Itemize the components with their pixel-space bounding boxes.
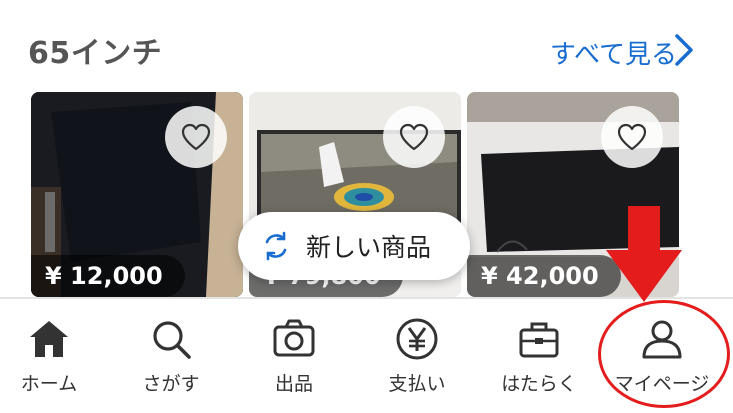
tab-label: はたらく: [501, 373, 577, 395]
chevron-right-icon[interactable]: [667, 30, 699, 70]
briefcase-icon: [519, 322, 559, 358]
tab-label: 支払い: [388, 373, 446, 395]
heart-icon: [181, 123, 211, 151]
section-header: 65インチ すべて見る: [0, 0, 733, 90]
tab-search[interactable]: さがす: [116, 299, 226, 413]
price-badge: ¥ 42,000: [467, 255, 621, 297]
tab-sell[interactable]: 出品: [239, 299, 349, 413]
heart-icon: [617, 123, 647, 151]
camera-icon: [273, 319, 315, 357]
new-items-button[interactable]: 新しい商品: [238, 212, 470, 280]
tab-work[interactable]: はたらく: [484, 299, 594, 413]
item-card[interactable]: ¥ 12,000: [31, 92, 243, 297]
tab-label: さがす: [142, 373, 200, 395]
see-all-link[interactable]: すべて見る: [550, 34, 677, 71]
price-badge: ¥ 12,000: [31, 255, 185, 297]
refresh-icon: [265, 231, 287, 261]
new-items-label: 新しい商品: [306, 233, 432, 262]
heart-icon: [399, 123, 429, 151]
annotation-circle: [598, 300, 730, 408]
tab-payment[interactable]: 支払い: [362, 299, 472, 413]
like-button[interactable]: [165, 106, 227, 168]
search-icon: [153, 321, 191, 359]
section-title: 65インチ: [28, 36, 163, 71]
tab-home[interactable]: ホーム: [0, 299, 104, 413]
home-icon: [30, 321, 68, 357]
tab-label: 出品: [274, 373, 313, 395]
annotation-arrow-icon: [606, 206, 682, 302]
like-button[interactable]: [383, 106, 445, 168]
yen-icon: [396, 318, 438, 360]
tab-label: ホーム: [20, 373, 78, 395]
like-button[interactable]: [601, 106, 663, 168]
